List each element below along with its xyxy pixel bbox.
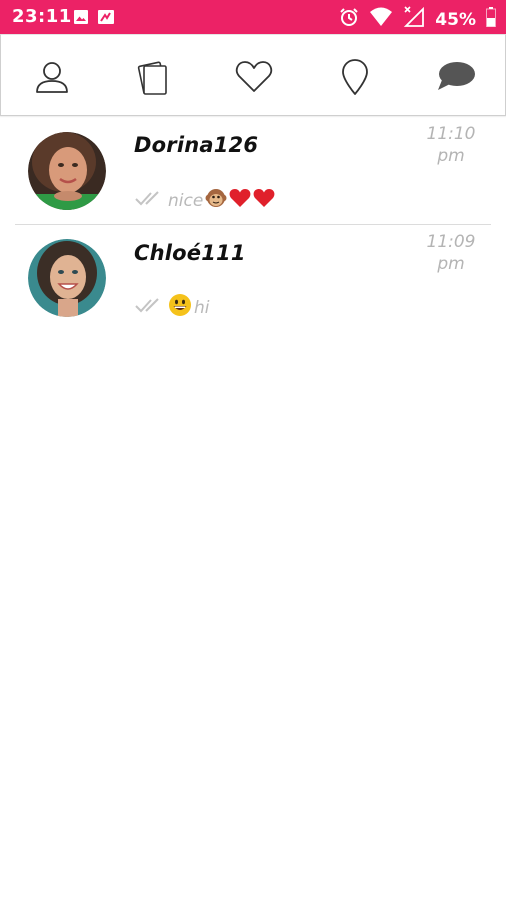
tab-cards[interactable] — [132, 59, 172, 99]
alarm-icon — [339, 7, 359, 32]
tab-messages[interactable] — [436, 59, 476, 99]
battery-icon — [486, 7, 496, 32]
avatar[interactable] — [28, 132, 106, 210]
time-value: 11:10 — [426, 124, 476, 144]
message-preview: nice — [134, 187, 275, 214]
double-check-icon — [134, 297, 166, 318]
status-time: 23:11 — [12, 6, 72, 27]
location-pin-icon — [340, 58, 370, 101]
tab-profile[interactable] — [32, 59, 72, 99]
notification-icons — [73, 9, 115, 30]
contact-name: Chloé111 — [134, 241, 246, 265]
red-heart-emoji — [229, 188, 251, 213]
time-period: pm — [437, 254, 465, 274]
monkey-face-emoji — [205, 187, 227, 214]
conversation-item[interactable]: Chloé111 11:09 pm hi — [0, 225, 506, 333]
red-heart-emoji — [253, 188, 275, 213]
file-notification-icon — [97, 9, 115, 30]
wifi-icon — [369, 7, 393, 32]
conversation-item[interactable]: Dorina126 11:10 pm nice — [0, 117, 506, 225]
heart-icon — [235, 60, 273, 99]
avatar[interactable] — [28, 239, 106, 317]
tab-bar — [0, 34, 506, 116]
chat-bubble-icon — [436, 60, 476, 99]
message-time: 11:09 pm — [416, 231, 486, 275]
message-time: 11:10 pm — [416, 123, 486, 167]
preview-text: nice — [168, 190, 204, 211]
no-signal-icon — [403, 6, 425, 33]
time-value: 11:09 — [426, 232, 476, 252]
tab-likes[interactable] — [234, 59, 274, 99]
grinning-face-emoji — [168, 293, 192, 322]
status-bar: 23:11 45% — [0, 0, 506, 34]
battery-percentage: 45% — [435, 9, 476, 30]
double-check-icon — [134, 190, 166, 211]
message-preview: hi — [134, 293, 210, 322]
contact-name: Dorina126 — [134, 133, 259, 157]
tab-nearby[interactable] — [335, 58, 375, 101]
cards-icon — [133, 58, 171, 101]
preview-text: hi — [194, 297, 210, 318]
image-notification-icon — [73, 9, 89, 30]
time-period: pm — [437, 146, 465, 166]
person-icon — [34, 59, 70, 100]
status-right-icons: 45% — [339, 6, 496, 33]
